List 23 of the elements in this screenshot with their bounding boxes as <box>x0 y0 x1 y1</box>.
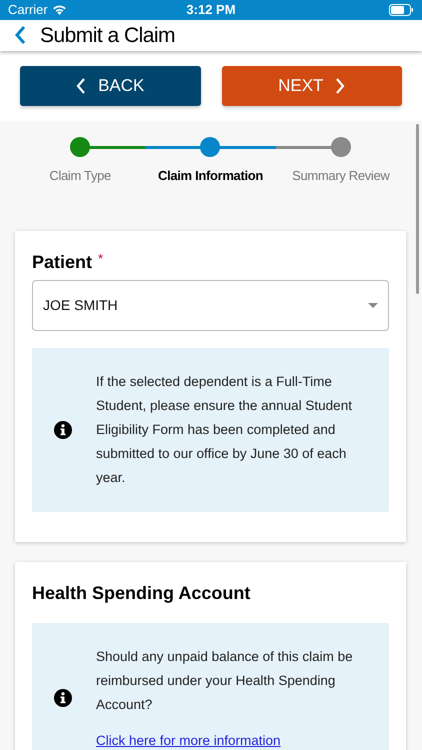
status-time: 3:12 PM <box>186 1 236 19</box>
notice-text: Should any unpaid balance of this claim be reimbursed under your Health Spending Account? <box>96 648 354 714</box>
step-label: Claim Information <box>158 167 263 185</box>
page-title: Submit a Claim <box>40 22 176 48</box>
section-title: Health Spending Account <box>32 582 252 605</box>
chevron-icon <box>335 78 346 94</box>
step-label: Summary Review <box>292 167 390 185</box>
back-chevron-icon[interactable] <box>14 25 26 46</box>
required-asterisk: * <box>98 250 104 268</box>
dropdown-caret-icon <box>368 302 378 308</box>
chevron-icon <box>76 78 86 94</box>
notice-text: If the selected dependent is a Full-Time Student, please ensure the annual Student Eligibility Form has been completed and submitted to our office by June 30 of each year. <box>96 372 353 487</box>
step-label: Claim Type <box>49 167 111 185</box>
wifi-icon <box>52 4 67 16</box>
back-button[interactable]: BACK <box>20 66 200 106</box>
carrier-label: Carrier <box>8 1 48 19</box>
info-icon <box>54 420 72 438</box>
field-label: Patient <box>32 250 92 274</box>
info-icon <box>54 688 72 707</box>
more-info-link[interactable]: Click here for more information <box>96 730 367 750</box>
battery-icon <box>389 4 414 16</box>
patient-dropdown[interactable]: JOE SMITH <box>32 280 389 330</box>
next-button[interactable]: NEXT <box>222 66 402 106</box>
